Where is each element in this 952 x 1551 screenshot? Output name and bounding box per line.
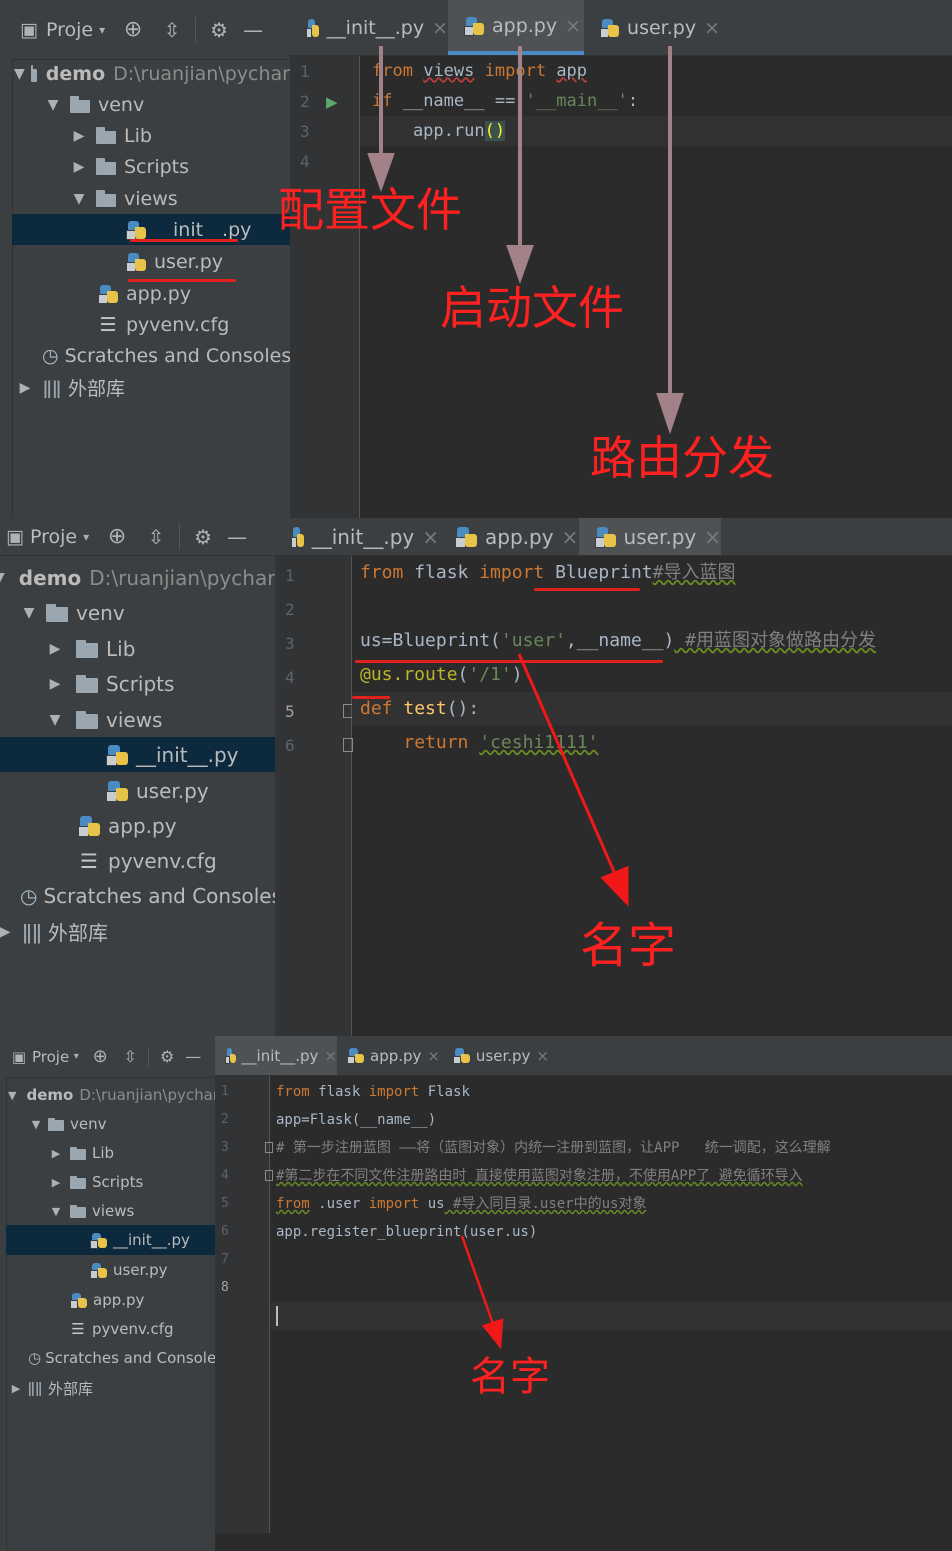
ide-screenshot-3: ▣ Proje ▾ ⊕ ⇳ ⚙ — ▼ demo D:\ruanjian\pyc…	[0, 1036, 952, 1551]
annotation-startup-file: 启动文件	[440, 281, 624, 335]
ide-screenshot-1: ▣ Proje ▾ ⊕ ⇳ ⚙ — ▼ demo D:\ruanjian\pyc…	[0, 0, 952, 518]
annotation-name: 名字	[580, 918, 677, 974]
annotation-arrows	[460, 1235, 504, 1350]
annotation-routing: 路由分发	[590, 431, 774, 485]
annotation-arrows	[367, 46, 684, 435]
annotation-config-file: 配置文件	[278, 183, 462, 237]
ide-screenshot-2: ▣ Proje ▾ ⊕ ⇳ ⚙ — ▼ demo D:\ruanjian\pyc…	[0, 518, 952, 1036]
annotation-arrows	[517, 653, 629, 907]
annotation-name: 名字	[470, 1354, 550, 1400]
